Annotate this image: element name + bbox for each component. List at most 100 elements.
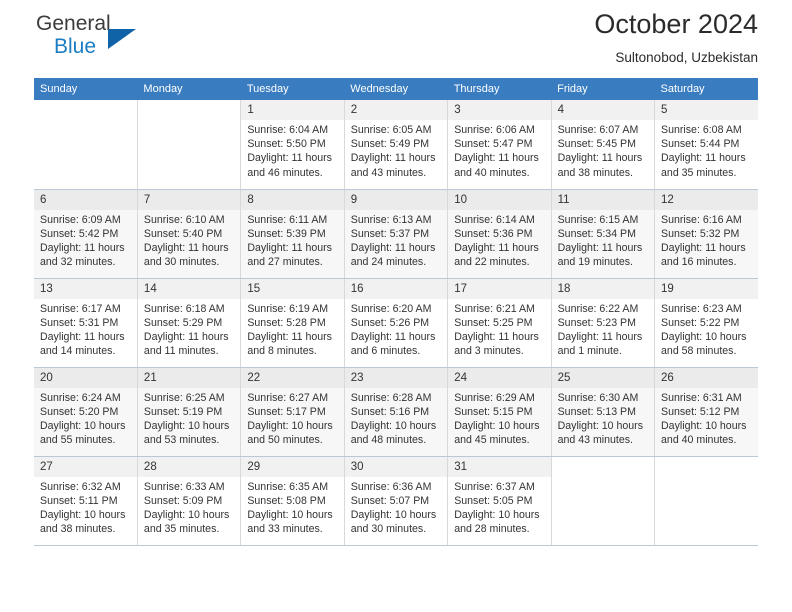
sunrise-text: Sunrise: 6:22 AM [557, 302, 639, 315]
day-cell[interactable]: 26 Sunrise: 6:31 AM Sunset: 5:12 PM Dayl… [654, 367, 758, 457]
logo-text-general: General [36, 12, 111, 35]
day-cell[interactable]: 9 Sunrise: 6:13 AM Sunset: 5:37 PM Dayli… [344, 189, 449, 279]
weekday-header-friday: Friday [551, 78, 655, 100]
day-number: 13 [34, 278, 137, 299]
day-cell[interactable]: 27 Sunrise: 6:32 AM Sunset: 5:11 PM Dayl… [34, 456, 138, 546]
daylight-text-line2: and 22 minutes. [454, 256, 530, 269]
day-cell[interactable]: 3 Sunrise: 6:06 AM Sunset: 5:47 PM Dayli… [447, 100, 552, 190]
week-row: 20 Sunrise: 6:24 AM Sunset: 5:20 PM Dayl… [34, 367, 758, 457]
day-cell[interactable]: 13 Sunrise: 6:17 AM Sunset: 5:31 PM Dayl… [34, 278, 138, 368]
day-cell[interactable]: 29 Sunrise: 6:35 AM Sunset: 5:08 PM Dayl… [240, 456, 345, 546]
daylight-text-line1: Daylight: 11 hours [350, 330, 436, 343]
day-details: Sunrise: 6:22 AM Sunset: 5:23 PM Dayligh… [552, 299, 654, 359]
generalblue-logo[interactable]: General Blue [36, 13, 156, 65]
sunrise-text: Sunrise: 6:17 AM [40, 302, 121, 315]
day-number: 1 [241, 100, 344, 120]
day-details: Sunrise: 6:09 AM Sunset: 5:42 PM Dayligh… [34, 210, 137, 270]
sunset-text: Sunset: 5:49 PM [350, 138, 430, 151]
day-number: 27 [34, 456, 137, 477]
day-number: 22 [241, 367, 344, 388]
sunset-text: Sunset: 5:44 PM [661, 138, 740, 151]
daylight-text-line1: Daylight: 10 hours [350, 419, 437, 432]
sunrise-text: Sunrise: 6:19 AM [247, 302, 329, 315]
day-details: Sunrise: 6:08 AM Sunset: 5:44 PM Dayligh… [655, 120, 758, 180]
page-header: General Blue October 2024 Sultonobod, Uz… [34, 0, 758, 78]
day-number: 3 [448, 100, 551, 120]
day-cell[interactable]: 28 Sunrise: 6:33 AM Sunset: 5:09 PM Dayl… [137, 456, 242, 546]
daylight-text-line2: and 48 minutes. [350, 434, 427, 447]
day-cell[interactable]: 8 Sunrise: 6:11 AM Sunset: 5:39 PM Dayli… [240, 189, 345, 279]
week-row: 1 Sunrise: 6:04 AM Sunset: 5:50 PM Dayli… [34, 100, 758, 190]
week-row: 6 Sunrise: 6:09 AM Sunset: 5:42 PM Dayli… [34, 189, 758, 279]
day-cell[interactable]: 25 Sunrise: 6:30 AM Sunset: 5:13 PM Dayl… [551, 367, 656, 457]
day-cell[interactable]: 4 Sunrise: 6:07 AM Sunset: 5:45 PM Dayli… [551, 100, 656, 190]
day-cell[interactable]: 1 Sunrise: 6:04 AM Sunset: 5:50 PM Dayli… [240, 100, 345, 190]
daylight-text-line2: and 11 minutes. [143, 345, 219, 358]
daylight-text-line2: and 43 minutes. [557, 434, 633, 447]
day-cell[interactable]: 22 Sunrise: 6:27 AM Sunset: 5:17 PM Dayl… [240, 367, 345, 457]
day-cell[interactable]: 18 Sunrise: 6:22 AM Sunset: 5:23 PM Dayl… [551, 278, 656, 368]
day-cell[interactable]: 24 Sunrise: 6:29 AM Sunset: 5:15 PM Dayl… [447, 367, 552, 457]
sunset-text: Sunset: 5:23 PM [557, 316, 636, 329]
day-cell[interactable]: 15 Sunrise: 6:19 AM Sunset: 5:28 PM Dayl… [240, 278, 345, 368]
day-cell[interactable]: 10 Sunrise: 6:14 AM Sunset: 5:36 PM Dayl… [447, 189, 552, 279]
daylight-text-line1: Daylight: 11 hours [247, 152, 332, 165]
day-cell[interactable]: 12 Sunrise: 6:16 AM Sunset: 5:32 PM Dayl… [654, 189, 758, 279]
daylight-text-line2: and 14 minutes. [40, 345, 116, 358]
daylight-text-line1: Daylight: 11 hours [143, 241, 229, 254]
daylight-text-line1: Daylight: 10 hours [661, 330, 747, 343]
calendar-page: General Blue October 2024 Sultonobod, Uz… [0, 0, 792, 612]
sunrise-text: Sunrise: 6:05 AM [350, 124, 432, 136]
daylight-text-line1: Daylight: 10 hours [143, 419, 230, 432]
day-details: Sunrise: 6:32 AM Sunset: 5:11 PM Dayligh… [34, 477, 137, 537]
sunset-text: Sunset: 5:40 PM [143, 227, 223, 240]
sunrise-text: Sunrise: 6:08 AM [661, 124, 742, 136]
sunrise-text: Sunrise: 6:25 AM [143, 391, 225, 404]
day-cell-empty [654, 456, 758, 546]
day-number: 11 [551, 189, 655, 210]
daylight-text-line1: Daylight: 11 hours [557, 330, 643, 343]
sunrise-text: Sunrise: 6:13 AM [350, 213, 432, 226]
daylight-text-line2: and 45 minutes. [454, 434, 530, 447]
day-cell-empty [137, 100, 242, 190]
daylight-text-line1: Daylight: 10 hours [661, 419, 747, 432]
day-number: 21 [137, 367, 241, 388]
day-cell[interactable]: 11 Sunrise: 6:15 AM Sunset: 5:34 PM Dayl… [551, 189, 656, 279]
sunset-text: Sunset: 5:34 PM [557, 227, 636, 240]
sunrise-text: Sunrise: 6:16 AM [661, 213, 742, 226]
sunset-text: Sunset: 5:22 PM [661, 316, 740, 329]
day-cell[interactable]: 30 Sunrise: 6:36 AM Sunset: 5:07 PM Dayl… [344, 456, 449, 546]
daylight-text-line2: and 16 minutes. [661, 256, 737, 269]
day-details: Sunrise: 6:27 AM Sunset: 5:17 PM Dayligh… [241, 388, 343, 448]
sunset-text: Sunset: 5:09 PM [143, 494, 223, 507]
day-cell[interactable]: 21 Sunrise: 6:25 AM Sunset: 5:19 PM Dayl… [137, 367, 242, 457]
day-cell[interactable]: 14 Sunrise: 6:18 AM Sunset: 5:29 PM Dayl… [137, 278, 242, 368]
day-cell[interactable]: 7 Sunrise: 6:10 AM Sunset: 5:40 PM Dayli… [137, 189, 242, 279]
sunrise-text: Sunrise: 6:27 AM [247, 391, 329, 404]
sunrise-text: Sunrise: 6:14 AM [454, 213, 535, 226]
day-details: Sunrise: 6:29 AM Sunset: 5:15 PM Dayligh… [448, 388, 550, 448]
day-cell[interactable]: 6 Sunrise: 6:09 AM Sunset: 5:42 PM Dayli… [34, 189, 138, 279]
sunset-text: Sunset: 5:13 PM [557, 405, 636, 418]
day-details: Sunrise: 6:19 AM Sunset: 5:28 PM Dayligh… [241, 299, 343, 359]
day-cell[interactable]: 16 Sunrise: 6:20 AM Sunset: 5:26 PM Dayl… [344, 278, 449, 368]
day-cell[interactable]: 23 Sunrise: 6:28 AM Sunset: 5:16 PM Dayl… [344, 367, 449, 457]
day-cell[interactable]: 19 Sunrise: 6:23 AM Sunset: 5:22 PM Dayl… [654, 278, 758, 368]
day-cell[interactable]: 31 Sunrise: 6:37 AM Sunset: 5:05 PM Dayl… [447, 456, 552, 546]
daylight-text-line2: and 53 minutes. [143, 434, 220, 447]
day-cell[interactable]: 2 Sunrise: 6:05 AM Sunset: 5:49 PM Dayli… [344, 100, 449, 190]
sunset-text: Sunset: 5:16 PM [350, 405, 430, 418]
day-cell[interactable]: 17 Sunrise: 6:21 AM Sunset: 5:25 PM Dayl… [447, 278, 552, 368]
day-number: 29 [241, 456, 344, 477]
day-details: Sunrise: 6:21 AM Sunset: 5:25 PM Dayligh… [448, 299, 550, 359]
day-cell[interactable]: 5 Sunrise: 6:08 AM Sunset: 5:44 PM Dayli… [654, 100, 758, 190]
sunset-text: Sunset: 5:31 PM [40, 316, 119, 329]
daylight-text-line2: and 32 minutes. [40, 256, 116, 269]
day-number: 19 [655, 278, 758, 299]
sunrise-text: Sunrise: 6:18 AM [143, 302, 225, 315]
day-cell[interactable]: 20 Sunrise: 6:24 AM Sunset: 5:20 PM Dayl… [34, 367, 138, 457]
daylight-text-line1: Daylight: 10 hours [350, 508, 437, 521]
location-subtitle: Sultonobod, Uzbekistan [615, 50, 758, 65]
daylight-text-line1: Daylight: 10 hours [557, 419, 643, 432]
day-number: 25 [551, 367, 655, 388]
